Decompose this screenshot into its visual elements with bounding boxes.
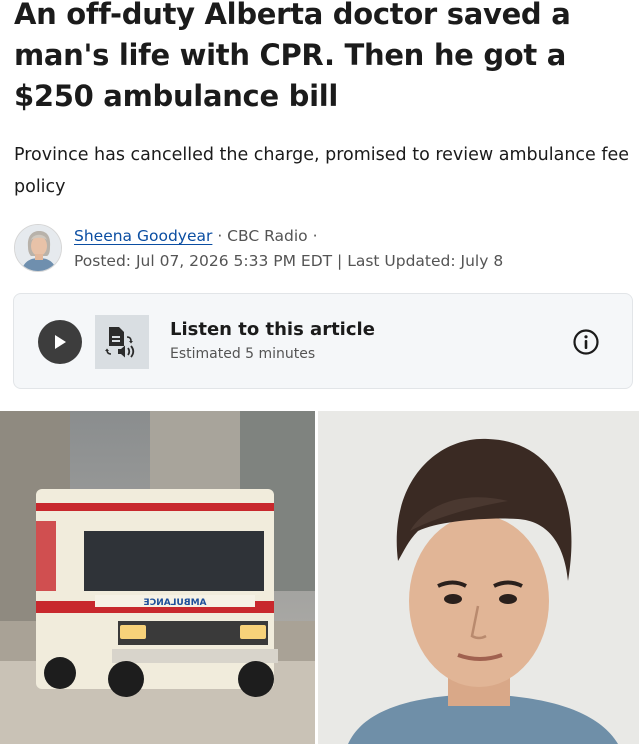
info-button[interactable] <box>572 328 600 356</box>
ambulance-label: AMBULANCE <box>143 598 206 608</box>
article-headline: An off-duty Alberta doctor saved a man's… <box>14 0 571 113</box>
byline-author-line: Sheena Goodyear · CBC Radio · <box>74 225 318 247</box>
listen-title: Listen to this article <box>170 319 375 340</box>
byline-timestamps: Posted: Jul 07, 2026 5:33 PM EDT | Last … <box>74 252 504 270</box>
byline-separator: · <box>212 227 228 245</box>
ambulance-photo: AMBULANCE <box>0 411 315 744</box>
byline-source: CBC Radio <box>227 227 308 245</box>
play-button[interactable] <box>38 320 82 364</box>
listen-estimate: Estimated 5 minutes <box>170 346 316 362</box>
text-to-speech-icon <box>95 315 149 369</box>
byline: Sheena Goodyear · CBC Radio · Posted: Ju… <box>14 222 634 276</box>
author-link[interactable]: Sheena Goodyear <box>74 227 212 245</box>
play-icon <box>55 335 66 349</box>
author-avatar[interactable] <box>14 224 62 272</box>
listen-to-article-card: Listen to this article Estimated 5 minut… <box>13 293 633 389</box>
article-deck: Province has cancelled the charge, promi… <box>14 145 630 197</box>
byline-separator: · <box>307 227 318 245</box>
info-icon <box>573 329 599 355</box>
doctor-portrait-photo <box>318 411 639 744</box>
